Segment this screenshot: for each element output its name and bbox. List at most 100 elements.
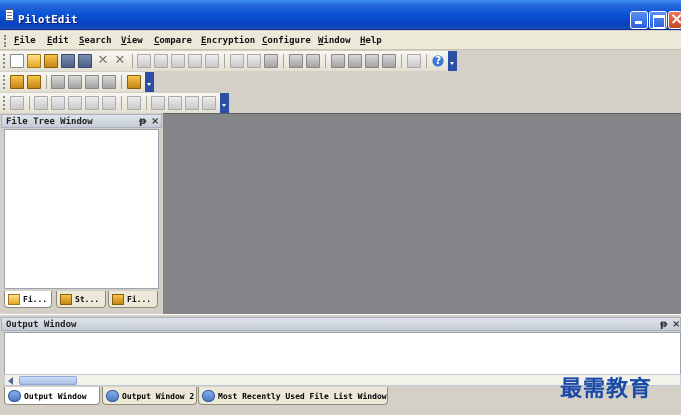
- zoom-icon[interactable]: [127, 96, 141, 110]
- tab-favorites[interactable]: Fi...: [108, 291, 158, 308]
- toolbar-options-icon[interactable]: [220, 93, 229, 113]
- move-up-icon[interactable]: [85, 96, 99, 110]
- close-button[interactable]: [668, 9, 681, 29]
- bookmark-icon[interactable]: [10, 75, 24, 89]
- panel-close-icon[interactable]: ×: [672, 319, 680, 330]
- menu-file[interactable]: File: [14, 36, 36, 46]
- menu-configure[interactable]: Configure: [262, 36, 311, 46]
- app-icon: [5, 9, 14, 21]
- tab-file-tree[interactable]: Fi...: [4, 291, 52, 308]
- file-tree-tabs: Fi... St... Fi...: [2, 290, 161, 310]
- copy-icon[interactable]: [188, 54, 202, 68]
- output-content[interactable]: [4, 332, 681, 374]
- menu-bar: File Edit Search View Compare Encryption…: [0, 31, 681, 50]
- bookmark-next-icon[interactable]: [27, 75, 41, 89]
- tools-toolbar: [0, 93, 229, 113]
- file-tree-content[interactable]: [4, 129, 159, 289]
- menu-edit[interactable]: Edit: [47, 36, 69, 46]
- output-title-text: Output Window: [6, 320, 77, 330]
- collapse-icon[interactable]: [185, 96, 199, 110]
- tab-label: Fi...: [127, 295, 152, 304]
- watermark: 最需教育: [560, 376, 653, 402]
- tab-structure[interactable]: St...: [56, 291, 106, 308]
- expand-icon[interactable]: [168, 96, 182, 110]
- menu-view[interactable]: View: [121, 36, 143, 46]
- table-icon[interactable]: [102, 96, 116, 110]
- compare-next-icon[interactable]: [348, 54, 362, 68]
- menu-compare[interactable]: Compare: [154, 36, 192, 46]
- structure-icon: [60, 294, 72, 305]
- pin-icon[interactable]: ᵽ: [139, 116, 146, 127]
- pin-icon[interactable]: ᵽ: [660, 319, 667, 330]
- close-file-icon[interactable]: ✕: [96, 54, 110, 68]
- panel-close-icon[interactable]: ×: [151, 116, 159, 127]
- open-remote-icon[interactable]: [44, 54, 58, 68]
- tab-output-window[interactable]: Output Window: [4, 387, 100, 405]
- menubar-grip[interactable]: [4, 35, 6, 47]
- format-toolbar: [0, 72, 154, 92]
- open-file-icon[interactable]: [27, 54, 41, 68]
- toolbar-grip[interactable]: [3, 96, 5, 110]
- sort-icon[interactable]: [68, 96, 82, 110]
- comment-icon[interactable]: [51, 75, 65, 89]
- run-script-icon[interactable]: [127, 75, 141, 89]
- browse-icon[interactable]: [51, 96, 65, 110]
- scroll-left-icon[interactable]: [7, 376, 17, 385]
- save-all-icon[interactable]: [78, 54, 92, 68]
- tab-label: Most Recently Used File List Window: [218, 392, 387, 401]
- tab-label: Output Window 2: [122, 392, 195, 401]
- window-title: PilotEdit: [18, 13, 78, 26]
- menu-search[interactable]: Search: [79, 36, 112, 46]
- compare-tool-icon[interactable]: [382, 54, 396, 68]
- recent-files-icon: [202, 390, 215, 402]
- menu-window[interactable]: Window: [318, 36, 351, 46]
- toolbar-grip[interactable]: [3, 54, 5, 68]
- maximize-button[interactable]: [649, 11, 667, 29]
- toolbar-options-icon[interactable]: [145, 72, 154, 92]
- redo-icon[interactable]: [154, 54, 168, 68]
- find-icon[interactable]: [230, 54, 244, 68]
- explorer-icon[interactable]: [34, 96, 48, 110]
- folder-icon: [8, 294, 20, 305]
- menu-help[interactable]: Help: [360, 36, 382, 46]
- tab-label: Fi...: [23, 295, 48, 304]
- toolbar-separator: [283, 54, 284, 68]
- toolbar-separator: [224, 54, 225, 68]
- tab-output-window-2[interactable]: Output Window 2: [102, 387, 197, 405]
- toolbar-grip[interactable]: [3, 75, 5, 89]
- tab-label: St...: [75, 295, 100, 304]
- outdent-icon[interactable]: [306, 54, 320, 68]
- menu-encryption[interactable]: Encryption: [201, 36, 255, 46]
- indent-icon[interactable]: [289, 54, 303, 68]
- compare-icon[interactable]: [331, 54, 345, 68]
- tab-recent-files[interactable]: Most Recently Used File List Window: [198, 387, 388, 405]
- file-tree-panel-title: File Tree Window ᵽ ×: [1, 114, 162, 128]
- scrollbar-thumb[interactable]: [19, 376, 77, 385]
- replace-icon[interactable]: [247, 54, 261, 68]
- output-icon: [8, 390, 21, 402]
- word-wrap-icon[interactable]: [102, 75, 116, 89]
- new-file-icon[interactable]: [10, 54, 24, 68]
- output-icon: [106, 390, 119, 402]
- tab-label: Output Window: [24, 392, 87, 401]
- find-in-files-icon[interactable]: [264, 54, 278, 68]
- fit-icon[interactable]: [202, 96, 216, 110]
- column-mode-icon[interactable]: [85, 75, 99, 89]
- compare-prev-icon[interactable]: [365, 54, 379, 68]
- hex-mode-icon[interactable]: [407, 54, 421, 68]
- close-all-icon[interactable]: ✕: [113, 54, 127, 68]
- toolbar-separator: [132, 54, 133, 68]
- main-toolbar: ✕ ✕: [0, 51, 457, 71]
- save-icon[interactable]: [61, 54, 75, 68]
- editor-area[interactable]: [163, 113, 681, 315]
- cut-icon[interactable]: [171, 54, 185, 68]
- toolbar-options-icon[interactable]: [448, 51, 457, 71]
- minimize-button[interactable]: [630, 11, 648, 29]
- toolbar-separator: [121, 96, 122, 110]
- undo-icon[interactable]: [137, 54, 151, 68]
- split-icon[interactable]: [151, 96, 165, 110]
- paste-icon[interactable]: [205, 54, 219, 68]
- help-icon[interactable]: [431, 54, 445, 68]
- ftp-icon[interactable]: [10, 96, 24, 110]
- uncomment-icon[interactable]: [68, 75, 82, 89]
